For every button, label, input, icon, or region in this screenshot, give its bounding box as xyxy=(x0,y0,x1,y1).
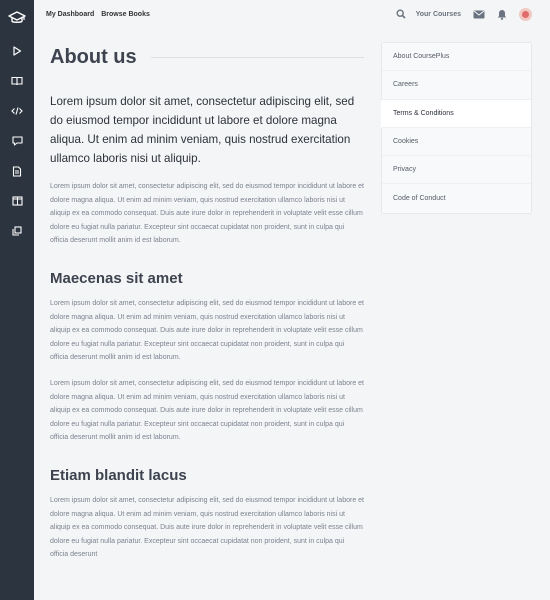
body-paragraph: Lorem ipsum dolor sit amet, consectetur … xyxy=(50,379,364,442)
code-icon[interactable] xyxy=(0,96,34,126)
book-open-icon[interactable] xyxy=(0,66,34,96)
section-heading: Etiam blandit lacus xyxy=(50,466,187,484)
sidebar xyxy=(0,0,34,600)
avatar[interactable] xyxy=(519,7,532,21)
user-avatar-image xyxy=(519,7,532,21)
side-menu-item-privacy[interactable]: Privacy xyxy=(382,156,531,185)
title-divider xyxy=(150,56,364,58)
nav-link-browse-books[interactable]: Browse Books xyxy=(101,11,150,18)
your-courses-link[interactable]: Your Courses xyxy=(416,11,461,18)
play-icon[interactable] xyxy=(0,36,34,66)
document-icon[interactable] xyxy=(0,156,34,186)
side-menu: About CoursePlus Careers Terms & Conditi… xyxy=(382,43,531,213)
chat-icon[interactable] xyxy=(0,126,34,156)
search-icon[interactable] xyxy=(396,9,406,19)
bell-icon[interactable] xyxy=(497,9,507,20)
top-actions: Your Courses xyxy=(384,0,532,28)
page-header: About us xyxy=(50,40,364,74)
graduation-cap-icon[interactable] xyxy=(0,0,34,36)
columns-icon[interactable] xyxy=(0,186,34,216)
top-navigation: My Dashboard Browse Books Your Courses xyxy=(34,0,550,28)
section-heading: Maecenas sit amet xyxy=(50,269,183,287)
lead-paragraph: Lorem ipsum dolor sit amet, consectetur … xyxy=(50,95,355,165)
side-menu-item-careers[interactable]: Careers xyxy=(382,71,531,100)
page-title: About us xyxy=(50,45,137,68)
nav-link-my-dashboard[interactable]: My Dashboard xyxy=(46,11,94,18)
side-menu-item-about[interactable]: About CoursePlus xyxy=(382,43,531,72)
body-paragraph: Lorem ipsum dolor sit amet, consectetur … xyxy=(50,496,364,559)
side-menu-item-code-of-conduct[interactable]: Code of Conduct xyxy=(382,184,531,213)
side-menu-item-cookies[interactable]: Cookies xyxy=(382,127,531,157)
mail-icon[interactable] xyxy=(473,10,485,19)
side-menu-item-terms[interactable]: Terms & Conditions xyxy=(382,99,531,128)
copy-icon[interactable] xyxy=(0,216,34,246)
main-content: About us Lorem ipsum dolor sit amet, con… xyxy=(50,40,364,562)
body-paragraph: Lorem ipsum dolor sit amet, consectetur … xyxy=(50,299,364,362)
body-paragraph: Lorem ipsum dolor sit amet, consectetur … xyxy=(50,183,364,245)
